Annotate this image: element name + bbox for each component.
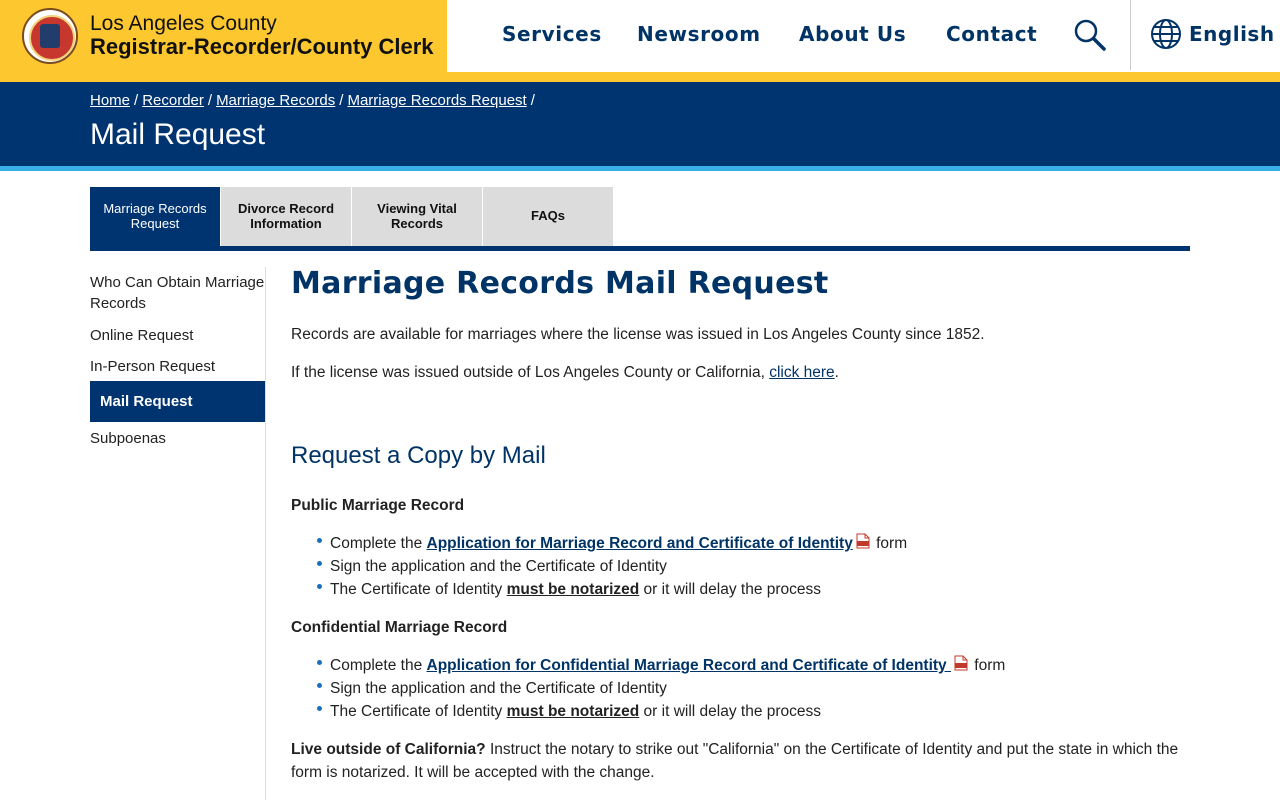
list-item: The Certificate of Identity must be nota… bbox=[316, 578, 907, 601]
step-text-suffix: or it will delay the process bbox=[639, 703, 822, 720]
breadcrumb-recorder[interactable]: Recorder bbox=[142, 92, 204, 109]
breadcrumb-separator: / bbox=[134, 92, 139, 109]
breadcrumb-separator: / bbox=[339, 92, 344, 109]
nav-about-us[interactable]: About Us bbox=[799, 22, 906, 46]
click-here-link[interactable]: click here bbox=[769, 364, 834, 381]
nav-services[interactable]: Services bbox=[502, 22, 602, 46]
step-text-suffix: form bbox=[871, 535, 908, 552]
step-text-suffix: or it will delay the process bbox=[639, 581, 822, 598]
notarized-emphasis: must be notarized bbox=[506, 703, 640, 720]
sidebar-item-subpoenas[interactable]: Subpoenas bbox=[90, 428, 265, 449]
breadcrumb-home[interactable]: Home bbox=[90, 92, 130, 109]
sidebar-divider bbox=[265, 267, 266, 800]
confidential-record-steps: Complete the Application for Confidentia… bbox=[316, 654, 1005, 723]
brand-text[interactable]: Los Angeles County Registrar-Recorder/Co… bbox=[90, 12, 434, 59]
confidential-application-link[interactable]: Application for Confidential Marriage Re… bbox=[427, 657, 951, 674]
brand-block[interactable]: Los Angeles County Registrar-Recorder/Co… bbox=[0, 0, 447, 72]
step-text: Complete the bbox=[330, 535, 427, 552]
page-banner: Home / Recorder / Marriage Records / Marriage … bbox=[0, 82, 1280, 166]
breadcrumb-marriage-records[interactable]: Marriage Records bbox=[216, 92, 335, 109]
note-lead: Live outside of California? bbox=[291, 741, 486, 758]
banner-accent-stripe bbox=[0, 166, 1280, 171]
list-item: The Certificate of Identity must be nota… bbox=[316, 700, 1005, 723]
step-text-suffix: form bbox=[969, 657, 1006, 674]
step-text: Complete the bbox=[330, 657, 427, 674]
search-icon bbox=[1074, 19, 1106, 51]
pdf-icon[interactable] bbox=[954, 655, 968, 671]
pdf-icon[interactable] bbox=[856, 533, 870, 549]
list-item: Sign the application and the Certificate… bbox=[316, 555, 907, 578]
public-record-steps: Complete the Application for Marriage Re… bbox=[316, 532, 907, 601]
step-text: The Certificate of Identity bbox=[330, 703, 507, 720]
tab-marriage-records-request[interactable]: Marriage Records Request bbox=[90, 187, 220, 246]
list-item: Sign the application and the Certificate… bbox=[316, 677, 1005, 700]
brand-county-name[interactable]: Los Angeles County bbox=[90, 12, 434, 35]
breadcrumb-marriage-records-request[interactable]: Marriage Records Request bbox=[347, 92, 526, 109]
nav-contact[interactable]: Contact bbox=[946, 22, 1037, 46]
brand-department-name[interactable]: Registrar-Recorder/County Clerk bbox=[90, 35, 434, 59]
header-yellow-bar bbox=[0, 72, 1280, 82]
page-title: Mail Request bbox=[90, 118, 266, 151]
sidebar-item-who-can-obtain[interactable]: Who Can Obtain Marriage Records bbox=[90, 272, 265, 314]
public-application-link[interactable]: Application for Marriage Record and Cert… bbox=[427, 535, 853, 552]
breadcrumb-separator: / bbox=[207, 92, 213, 109]
tab-divorce-record-information[interactable]: Divorce Record Information bbox=[221, 187, 351, 246]
section-heading-request-by-mail: Request a Copy by Mail bbox=[291, 442, 546, 469]
sidebar-item-mail-request[interactable]: Mail Request bbox=[90, 381, 265, 422]
nav-newsroom[interactable]: Newsroom bbox=[637, 22, 761, 46]
list-item: Complete the Application for Confidentia… bbox=[316, 654, 1005, 677]
sidebar-item-online-request[interactable]: Online Request bbox=[90, 325, 265, 346]
outside-county-paragraph: If the license was issued outside of Los… bbox=[291, 361, 839, 384]
outside-california-note: Live outside of California? Instruct the… bbox=[291, 738, 1191, 784]
notarized-emphasis: must be notarized bbox=[506, 581, 640, 598]
confidential-record-heading: Confidential Marriage Record bbox=[291, 619, 508, 636]
tab-faqs[interactable]: FAQs bbox=[483, 187, 613, 246]
step-text: The Certificate of Identity bbox=[330, 581, 507, 598]
tab-viewing-vital-records[interactable]: Viewing Vital Records bbox=[352, 187, 482, 246]
sidebar-item-in-person-request[interactable]: In-Person Request bbox=[90, 356, 265, 377]
outside-county-text: If the license was issued outside of Los… bbox=[291, 364, 770, 381]
tabs-underline bbox=[90, 246, 1190, 251]
language-selector[interactable]: English bbox=[1150, 18, 1275, 50]
intro-paragraph: Records are available for marriages wher… bbox=[291, 326, 985, 343]
breadcrumb-separator: / bbox=[530, 92, 535, 109]
section-tabs: Marriage Records Request Divorce Record … bbox=[90, 187, 614, 246]
globe-icon bbox=[1151, 19, 1181, 49]
header-divider bbox=[1130, 0, 1131, 70]
language-label: English bbox=[1189, 22, 1275, 46]
breadcrumb: Home / Recorder / Marriage Records / Marriage … bbox=[90, 92, 539, 109]
outside-county-suffix: . bbox=[834, 364, 839, 381]
list-item: Complete the Application for Marriage Re… bbox=[316, 532, 907, 555]
county-seal-logo[interactable] bbox=[22, 8, 78, 64]
public-record-heading: Public Marriage Record bbox=[291, 497, 465, 514]
search-button[interactable] bbox=[1072, 17, 1108, 53]
content-title: Marriage Records Mail Request bbox=[291, 266, 829, 301]
